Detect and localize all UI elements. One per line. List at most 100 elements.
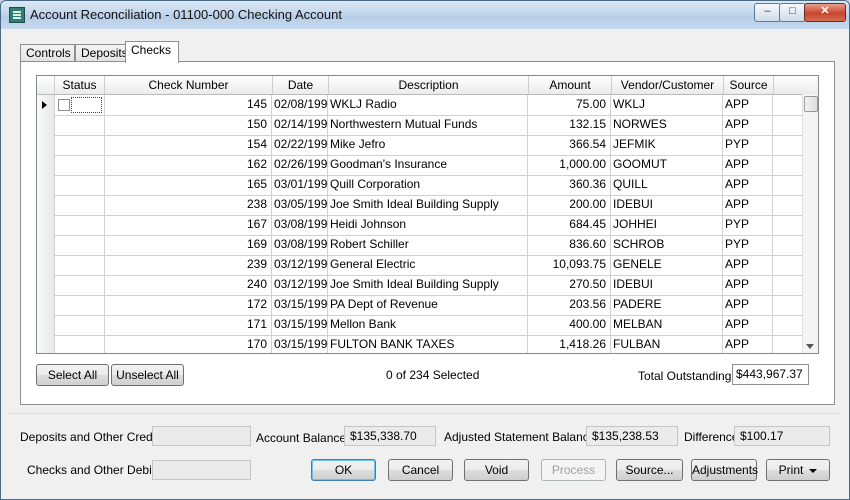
- row-header[interactable]: [37, 335, 55, 353]
- column-header-description[interactable]: Description: [329, 76, 529, 94]
- description-cell: PA Dept of Revenue: [329, 295, 528, 315]
- table-row[interactable]: 16703/08/1999Heidi Johnson684.45JOHHEIPY…: [37, 215, 802, 236]
- table-row[interactable]: 15402/22/1999Mike Jefro366.54JEFMIKPYP: [37, 135, 802, 156]
- amount-cell: 75.00: [529, 95, 611, 115]
- check-number-cell: 240: [105, 275, 272, 295]
- amount-cell: 1,000.00: [529, 155, 611, 175]
- description-cell: Northwestern Mutual Funds: [329, 115, 528, 135]
- status-cell[interactable]: [55, 255, 105, 275]
- cancel-button[interactable]: Cancel: [388, 459, 453, 481]
- status-cell[interactable]: [55, 95, 105, 115]
- amount-cell: 360.36: [529, 175, 611, 195]
- status-cell[interactable]: [55, 175, 105, 195]
- dropdown-caret-icon: [809, 468, 818, 473]
- description-cell: Joe Smith Ideal Building Supply: [329, 195, 528, 215]
- row-header[interactable]: [37, 315, 55, 335]
- vendor-cell: WKLJ: [612, 95, 723, 115]
- column-header-status[interactable]: Status: [55, 76, 105, 94]
- row-header[interactable]: [37, 295, 55, 315]
- column-header-check-number[interactable]: Check Number: [105, 76, 273, 94]
- row-header[interactable]: [37, 215, 55, 235]
- table-row[interactable]: 24003/12/1999Joe Smith Ideal Building Su…: [37, 275, 802, 296]
- status-cell[interactable]: [55, 135, 105, 155]
- title-bar[interactable]: Account Reconciliation - 01100-000 Check…: [1, 1, 849, 29]
- table-row[interactable]: 23903/12/1999General Electric10,093.75GE…: [37, 255, 802, 276]
- vendor-cell: GOOMUT: [612, 155, 723, 175]
- row-header[interactable]: [37, 175, 55, 195]
- source-cell: APP: [724, 255, 773, 275]
- row-header[interactable]: [37, 115, 55, 135]
- table-row[interactable]: 16202/26/1999Goodman's Insurance1,000.00…: [37, 155, 802, 176]
- status-cell[interactable]: [55, 275, 105, 295]
- deposits-credits-label: Deposits and Other Credits:: [20, 430, 169, 444]
- status-cell[interactable]: [55, 115, 105, 135]
- status-cell[interactable]: [55, 235, 105, 255]
- row-header[interactable]: [37, 135, 55, 155]
- column-header-vendor-customer[interactable]: Vendor/Customer: [612, 76, 724, 94]
- account-reconciliation-window: Account Reconciliation - 01100-000 Check…: [0, 0, 850, 500]
- date-cell: 02/08/1999: [273, 95, 328, 115]
- minimize-button[interactable]: –: [754, 3, 781, 22]
- print-button[interactable]: Print: [766, 459, 830, 481]
- process-button[interactable]: Process: [541, 459, 606, 481]
- dialog-client: Controls Deposits Checks Status Check Nu…: [8, 29, 841, 495]
- vendor-cell: JOHHEI: [612, 215, 723, 235]
- source-cell: PYP: [724, 235, 773, 255]
- difference-value: $100.17: [734, 426, 830, 446]
- status-cell[interactable]: [55, 215, 105, 235]
- amount-cell: 203.56: [529, 295, 611, 315]
- source-cell: APP: [724, 295, 773, 315]
- row-header[interactable]: [37, 95, 55, 115]
- status-cell[interactable]: [55, 195, 105, 215]
- vertical-scrollbar[interactable]: [802, 94, 818, 353]
- adjustments-button[interactable]: Adjustments: [691, 459, 758, 481]
- date-cell: 03/12/1999: [273, 275, 328, 295]
- column-header-amount[interactable]: Amount: [529, 76, 612, 94]
- status-checkbox[interactable]: [58, 99, 70, 111]
- table-row[interactable]: 17103/15/1999Mellon Bank400.00MELBANAPP: [37, 315, 802, 336]
- checks-grid[interactable]: Status Check Number Date Description Amo…: [36, 75, 819, 354]
- amount-cell: 400.00: [529, 315, 611, 335]
- table-row[interactable]: 14502/08/1999WKLJ Radio75.00WKLJAPP: [37, 95, 802, 116]
- check-number-cell: 239: [105, 255, 272, 275]
- row-header[interactable]: [37, 155, 55, 175]
- date-cell: 03/01/1999: [273, 175, 328, 195]
- column-header-date[interactable]: Date: [273, 76, 329, 94]
- status-cell[interactable]: [55, 335, 105, 353]
- status-cell[interactable]: [55, 315, 105, 335]
- total-outstanding-field[interactable]: $443,967.37: [732, 364, 809, 385]
- date-cell: 03/15/1999: [273, 295, 328, 315]
- void-button[interactable]: Void: [464, 459, 529, 481]
- tab-controls[interactable]: Controls: [20, 44, 75, 62]
- maximize-button[interactable]: □: [779, 3, 806, 22]
- table-row[interactable]: 16903/08/1999Robert Schiller836.60SCHROB…: [37, 235, 802, 256]
- table-row[interactable]: 23803/05/1999Joe Smith Ideal Building Su…: [37, 195, 802, 216]
- close-button[interactable]: ✕: [804, 3, 846, 22]
- table-row[interactable]: 16503/01/1999Quill Corporation360.36QUIL…: [37, 175, 802, 196]
- row-header[interactable]: [37, 235, 55, 255]
- status-cell[interactable]: [55, 295, 105, 315]
- check-number-cell: 154: [105, 135, 272, 155]
- scroll-thumb[interactable]: [804, 96, 818, 112]
- source-cell: APP: [724, 175, 773, 195]
- row-header[interactable]: [37, 195, 55, 215]
- select-all-button[interactable]: Select All: [36, 364, 109, 386]
- table-row[interactable]: 17003/15/1999FULTON BANK TAXES1,418.26FU…: [37, 335, 802, 353]
- table-row[interactable]: 15002/14/1999Northwestern Mutual Funds13…: [37, 115, 802, 136]
- ok-button[interactable]: OK: [311, 459, 376, 481]
- unselect-all-button[interactable]: Unselect All: [111, 364, 184, 386]
- row-header[interactable]: [37, 255, 55, 275]
- row-header[interactable]: [37, 275, 55, 295]
- check-number-cell: 172: [105, 295, 272, 315]
- table-row[interactable]: 17203/15/1999PA Dept of Revenue203.56PAD…: [37, 295, 802, 316]
- source-button[interactable]: Source...: [616, 459, 683, 481]
- date-cell: 03/05/1999: [273, 195, 328, 215]
- vendor-cell: IDEBUI: [612, 275, 723, 295]
- vendor-cell: JEFMIK: [612, 135, 723, 155]
- vendor-cell: GENELE: [612, 255, 723, 275]
- status-cell[interactable]: [55, 155, 105, 175]
- scroll-down-arrow-icon[interactable]: [806, 344, 814, 349]
- tab-checks[interactable]: Checks: [125, 41, 179, 63]
- source-cell: PYP: [724, 215, 773, 235]
- column-header-source[interactable]: Source: [724, 76, 774, 94]
